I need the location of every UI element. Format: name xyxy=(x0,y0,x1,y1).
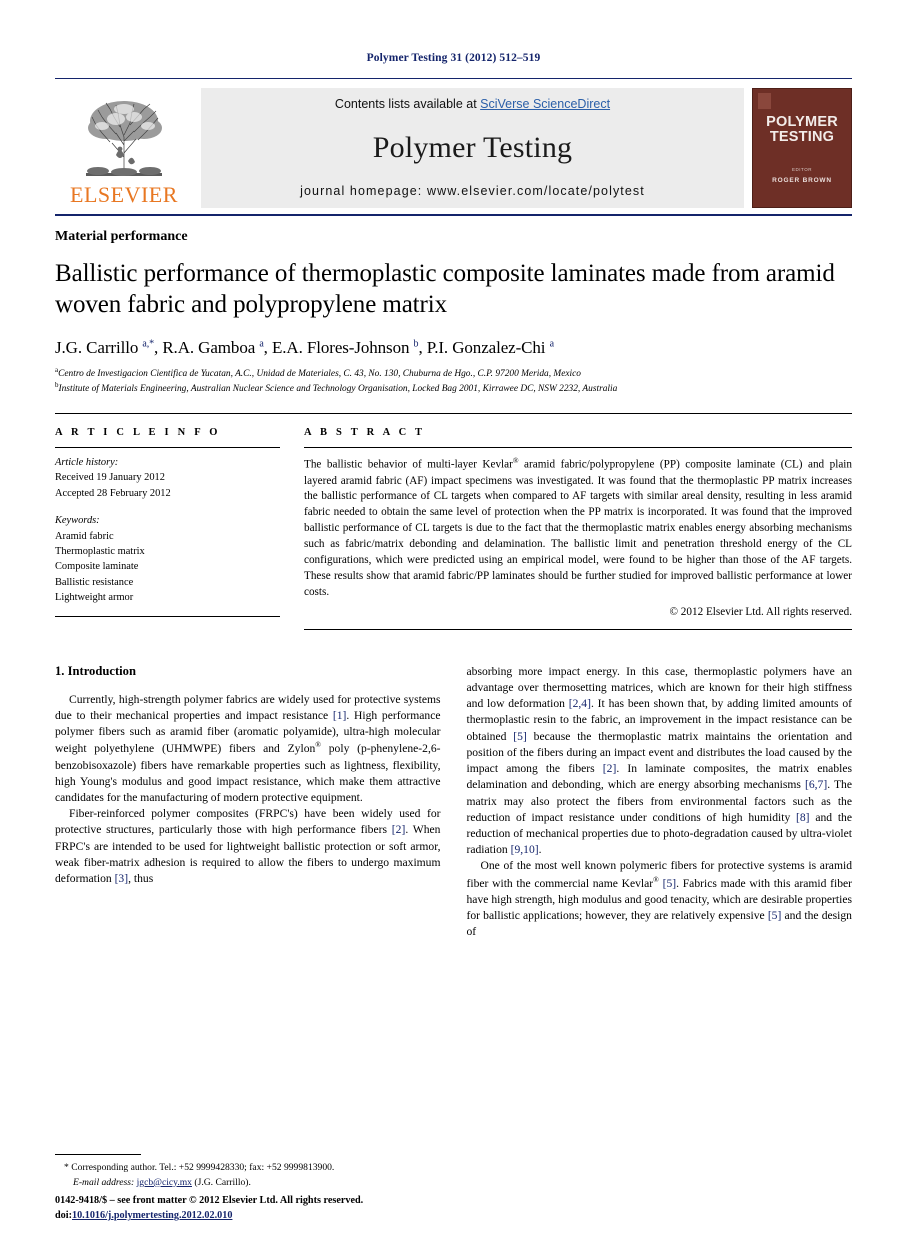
keyword-item: Ballistic resistance xyxy=(55,576,134,588)
footnote-marker: * xyxy=(64,1162,69,1174)
cover-title-line1: POLYMER xyxy=(766,114,838,130)
article-history-label: Article history: xyxy=(55,456,119,468)
journal-title: Polymer Testing xyxy=(372,130,573,164)
cover-title: POLYMER TESTING xyxy=(766,115,838,145)
issn-line: 0142-9418/$ – see front matter © 2012 El… xyxy=(55,1195,364,1207)
sciencedirect-link[interactable]: SciVerse ScienceDirect xyxy=(480,97,610,111)
elsevier-logo: ELSEVIER xyxy=(55,88,193,208)
footnote-rule xyxy=(55,1154,141,1156)
article-accepted: Accepted 28 February 2012 xyxy=(55,487,171,499)
running-head-rule xyxy=(55,78,852,79)
journal-homepage[interactable]: journal homepage: www.elsevier.com/locat… xyxy=(300,184,645,198)
paragraph: One of the most well known polymeric fib… xyxy=(466,859,853,939)
affiliation-a: aCentro de Investigacion Cientifica de Y… xyxy=(55,366,581,380)
article-received: Received 19 January 2012 xyxy=(55,472,165,484)
article-info-column: A R T I C L E I N F O Article history: R… xyxy=(55,414,280,630)
section-kicker: Material performance xyxy=(55,229,188,244)
cover-editor-name: ROGER BROWN xyxy=(772,176,832,184)
banner-center: Contents lists available at SciVerse Sci… xyxy=(201,88,744,208)
elsevier-wordmark: ELSEVIER xyxy=(70,182,178,207)
abstract-column: A B S T R A C T The ballistic behavior o… xyxy=(304,414,852,630)
article-info-heading: A R T I C L E I N F O xyxy=(55,426,221,438)
body-column-left: 1. Introduction Currently, high-strength… xyxy=(55,664,441,941)
keywords-label: Keywords: xyxy=(55,515,100,527)
body-columns: 1. Introduction Currently, high-strength… xyxy=(55,664,852,941)
cover-elsevier-mini-icon xyxy=(758,93,771,109)
footnote-email-label: E-mail address: xyxy=(73,1176,135,1188)
abstract-bottom-rule xyxy=(304,628,852,630)
keyword-item: Thermoplastic matrix xyxy=(55,545,145,557)
author-list: J.G. Carrillo a,*, R.A. Gamboa a, E.A. F… xyxy=(55,338,554,357)
abstract-body: The ballistic behavior of multi-layer Ke… xyxy=(304,455,852,598)
affiliations: aCentro de Investigacion Cientifica de Y… xyxy=(55,366,852,397)
cover-editor-label: EDITOR xyxy=(792,166,812,172)
contents-line: Contents lists available at SciVerse Sci… xyxy=(335,97,610,111)
article-page: Polymer Testing 31 (2012) 512–519 ELSEVI… xyxy=(0,0,907,1238)
keyword-item: Aramid fabric xyxy=(55,530,114,542)
banner-bottom-rule xyxy=(55,214,852,216)
body-column-right: absorbing more impact energy. In this ca… xyxy=(467,664,853,941)
footnote-corresponding: Corresponding author. Tel.: +52 99994283… xyxy=(71,1162,335,1174)
doi-link[interactable]: 10.1016/j.polymertesting.2012.02.010 xyxy=(72,1210,232,1221)
running-head: Polymer Testing 31 (2012) 512–519 xyxy=(366,52,541,64)
footnote-text: * Corresponding author. Tel.: +52 999942… xyxy=(55,1161,445,1190)
keyword-item: Lightweight armor xyxy=(55,592,134,604)
introduction-heading: 1. Introduction xyxy=(55,663,136,678)
keyword-item: Composite laminate xyxy=(55,561,139,573)
keywords-block: Keywords: Aramid fabric Thermoplastic ma… xyxy=(55,501,280,605)
contents-prefix: Contents lists available at xyxy=(334,97,481,111)
article-info-bottom-rule xyxy=(55,616,280,618)
corresponding-author-footnote: * Corresponding author. Tel.: +52 999942… xyxy=(55,1154,445,1190)
paragraph: Fiber-reinforced polymer composites (FRP… xyxy=(55,807,441,886)
affiliation-a-text: Centro de Investigacion Cientifica de Yu… xyxy=(58,369,581,380)
page-footer: 0142-9418/$ – see front matter © 2012 El… xyxy=(55,1194,475,1224)
info-abstract-row: A R T I C L E I N F O Article history: R… xyxy=(55,414,852,630)
doi-line: doi:10.1016/j.polymertesting.2012.02.010 xyxy=(55,1209,475,1224)
copyright-notice: © 2012 Elsevier Ltd. All rights reserved… xyxy=(669,605,853,618)
paragraph: Currently, high-strength polymer fabrics… xyxy=(55,692,441,804)
cover-title-line2: TESTING xyxy=(769,128,835,145)
journal-cover-thumbnail: POLYMER TESTING EDITOR ROGER BROWN xyxy=(752,88,852,208)
paragraph: absorbing more impact energy. In this ca… xyxy=(466,664,853,857)
abstract-heading: A B S T R A C T xyxy=(304,426,426,438)
affiliation-b: bInstitute of Materials Engineering, Aus… xyxy=(55,381,618,395)
email-link[interactable]: jgcb@cicy.mx xyxy=(137,1177,192,1188)
affiliation-b-text: Institute of Materials Engineering, Aust… xyxy=(58,384,618,395)
page-title: Ballistic performance of thermoplastic c… xyxy=(55,260,835,318)
article-history-block: Article history: Received 19 January 201… xyxy=(55,448,280,501)
footnote-email-owner: (J.G. Carrillo). xyxy=(194,1176,251,1188)
doi-label: doi: xyxy=(55,1210,72,1222)
journal-banner: ELSEVIER Contents lists available at Sci… xyxy=(55,88,852,208)
elsevier-tree-icon xyxy=(86,101,162,176)
